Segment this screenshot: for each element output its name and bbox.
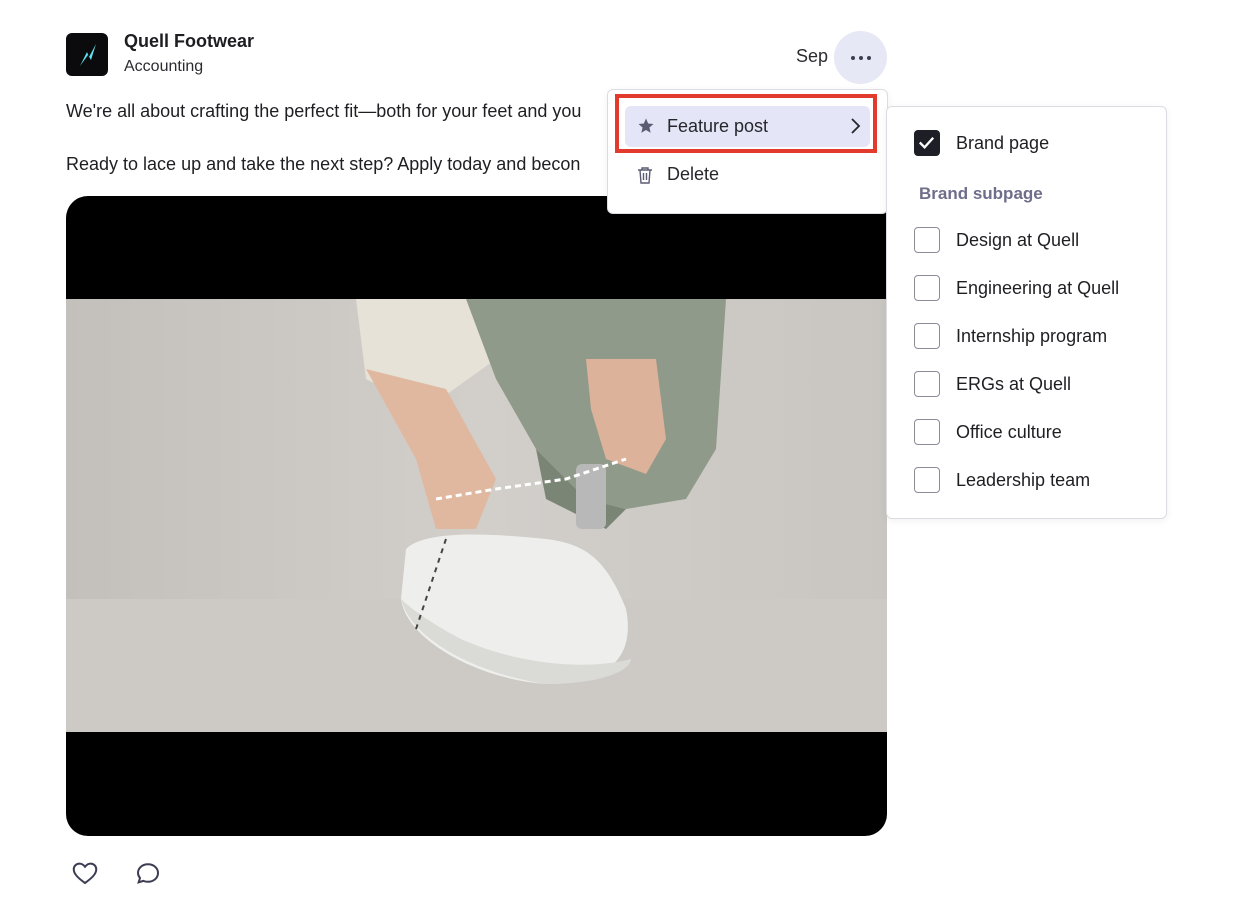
sneaker-photo <box>66 299 887 732</box>
subpage-label: ERGs at Quell <box>956 374 1072 394</box>
post-text-line-2: Ready to lace up and take the next step?… <box>66 154 581 174</box>
chevron-right-icon <box>851 118 861 134</box>
delete-menu-item[interactable]: Delete <box>625 158 870 194</box>
post-text-line-1: We're all about crafting the perfect fit… <box>66 101 582 121</box>
star-icon <box>638 118 654 133</box>
subpage-checkbox[interactable] <box>914 419 940 445</box>
subpage-label: Office culture <box>956 422 1062 442</box>
more-options-button[interactable] <box>834 31 887 84</box>
subpage-checkbox[interactable] <box>914 275 940 301</box>
company-name[interactable]: Quell Footwear <box>124 31 254 52</box>
subpage-label: Design at Quell <box>956 230 1080 250</box>
company-category: Accounting <box>124 58 204 75</box>
brand-page-label: Brand page <box>956 133 1050 153</box>
lightning-logo-icon <box>80 43 96 66</box>
subpage-checkbox[interactable] <box>914 467 940 493</box>
brand-subpage-heading: Brand subpage <box>919 184 1043 203</box>
post-date: Sep <box>796 46 829 66</box>
comment-icon <box>136 863 160 884</box>
post-video[interactable] <box>66 196 887 836</box>
feature-post-menu-item[interactable]: Feature post <box>625 106 870 147</box>
subpage-checkbox[interactable] <box>914 323 940 349</box>
heart-icon <box>72 862 98 885</box>
comment-button[interactable] <box>133 858 163 888</box>
subpage-label: Engineering at Quell <box>956 278 1120 298</box>
more-horizontal-icon <box>850 55 871 60</box>
feature-post-label: Feature post <box>667 116 769 136</box>
trash-icon <box>638 167 652 184</box>
brand-page-checkbox[interactable] <box>914 130 940 156</box>
subpage-label: Internship program <box>956 326 1108 346</box>
feature-post-submenu <box>886 106 1167 519</box>
subpage-checkbox[interactable] <box>914 371 940 397</box>
subpage-checkbox[interactable] <box>914 227 940 253</box>
delete-label: Delete <box>667 164 720 184</box>
company-logo[interactable] <box>66 33 108 76</box>
like-button[interactable] <box>70 858 100 888</box>
checkmark-icon <box>918 136 935 149</box>
subpage-label: Leadership team <box>956 470 1091 490</box>
